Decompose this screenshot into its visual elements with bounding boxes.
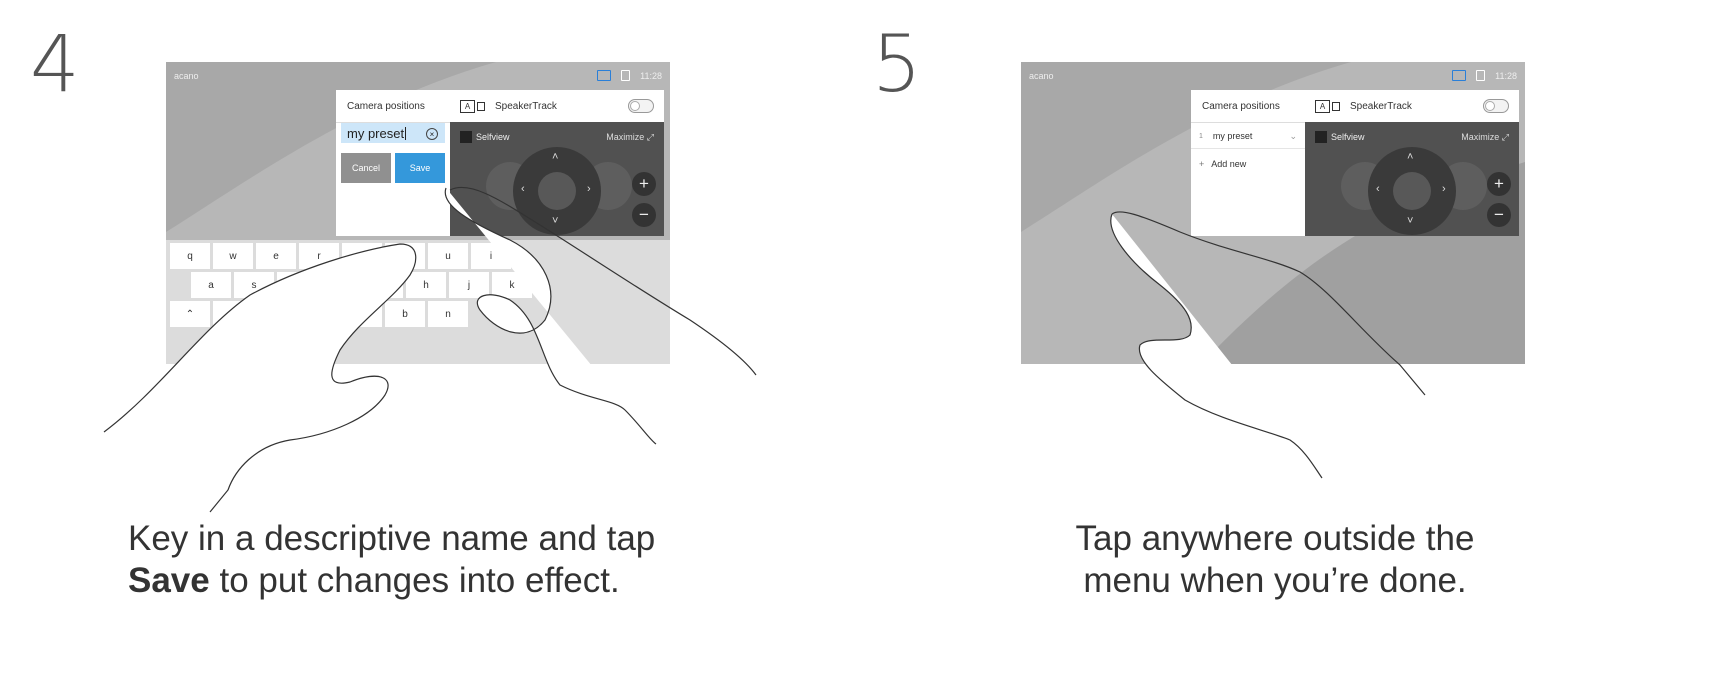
pointing-hand-body [1110, 213, 1323, 479]
hand-illustrations [103, 186, 1426, 513]
typing-left-hand [103, 243, 417, 513]
typing-right-hand [449, 186, 757, 376]
typing-right-hand-finger [444, 187, 657, 445]
